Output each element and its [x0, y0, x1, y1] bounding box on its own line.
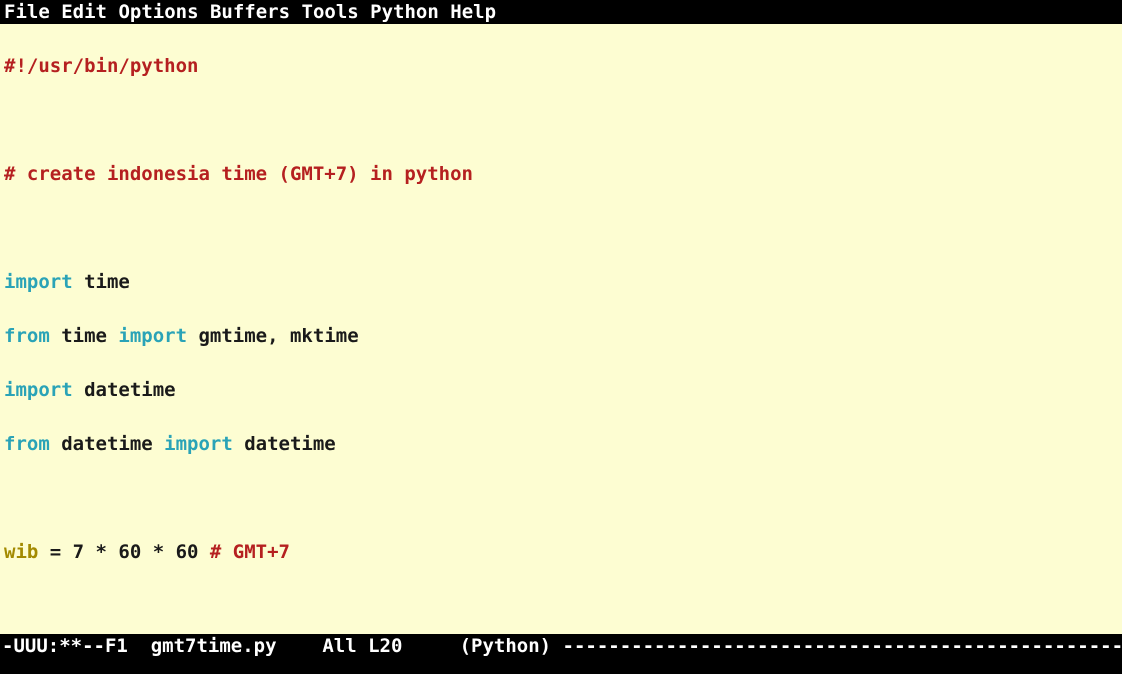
menu-file[interactable]: File	[4, 1, 50, 23]
modeline-buffer-name: gmt7time.py	[151, 635, 277, 657]
code-line	[4, 485, 1118, 512]
code-line: from datetime import datetime	[4, 431, 1118, 458]
kw-import: import	[118, 325, 187, 347]
code-line: import time	[4, 269, 1118, 296]
shebang: #!/usr/bin/python	[4, 55, 198, 77]
menu-tools[interactable]: Tools	[302, 1, 359, 23]
code-text: datetime	[233, 433, 336, 455]
code-line: import datetime	[4, 377, 1118, 404]
kw-from: from	[4, 433, 50, 455]
modeline-position: All L20 (Python)	[277, 635, 563, 657]
code-text: time	[73, 271, 130, 293]
modeline-flags: -UUU:**--F1	[2, 635, 151, 657]
menu-buffers[interactable]: Buffers	[210, 1, 290, 23]
code-line	[4, 593, 1118, 620]
kw-from: from	[4, 325, 50, 347]
code-line: # create indonesia time (GMT+7) in pytho…	[4, 161, 1118, 188]
kw-import: import	[164, 433, 233, 455]
code-line	[4, 107, 1118, 134]
editor-area[interactable]: #!/usr/bin/python # create indonesia tim…	[0, 24, 1122, 634]
kw-import: import	[4, 379, 73, 401]
menu-bar: File Edit Options Buffers Tools Python H…	[0, 0, 1122, 24]
code-line: wib = 7 * 60 * 60 # GMT+7	[4, 539, 1118, 566]
mode-line[interactable]: -UUU:**--F1 gmt7time.py All L20 (Python)…	[0, 634, 1122, 658]
code-text: datetime	[73, 379, 176, 401]
comment: # GMT+7	[210, 541, 290, 563]
menu-python[interactable]: Python	[370, 1, 439, 23]
comment: # create indonesia time (GMT+7) in pytho…	[4, 163, 473, 185]
menu-help[interactable]: Help	[450, 1, 496, 23]
code-line: from time import gmtime, mktime	[4, 323, 1118, 350]
code-text: time	[50, 325, 119, 347]
var-name: wib	[4, 541, 38, 563]
code-text: datetime	[50, 433, 164, 455]
minibuffer[interactable]	[0, 658, 1122, 674]
code-line	[4, 215, 1118, 242]
kw-import: import	[4, 271, 73, 293]
code-text: gmtime, mktime	[187, 325, 359, 347]
code-text: = 7 * 60 * 60	[38, 541, 210, 563]
modeline-dashes: ----------------------------------------…	[563, 635, 1122, 657]
menu-edit[interactable]: Edit	[61, 1, 107, 23]
menu-options[interactable]: Options	[118, 1, 198, 23]
code-line: #!/usr/bin/python	[4, 53, 1118, 80]
